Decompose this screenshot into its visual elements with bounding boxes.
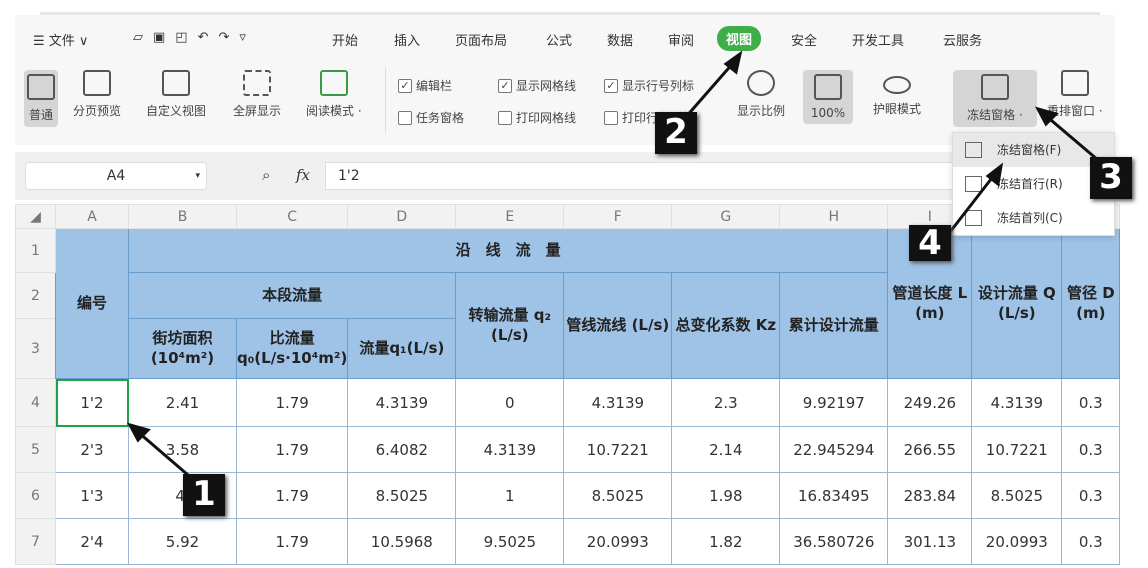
callout-badge-3: 3 <box>1090 157 1132 199</box>
annotation-arrows <box>127 50 1099 477</box>
callout-badge-2: 2 <box>655 112 697 154</box>
callout-badge-4: 4 <box>909 225 951 261</box>
callout-badge-1: 1 <box>183 474 225 516</box>
